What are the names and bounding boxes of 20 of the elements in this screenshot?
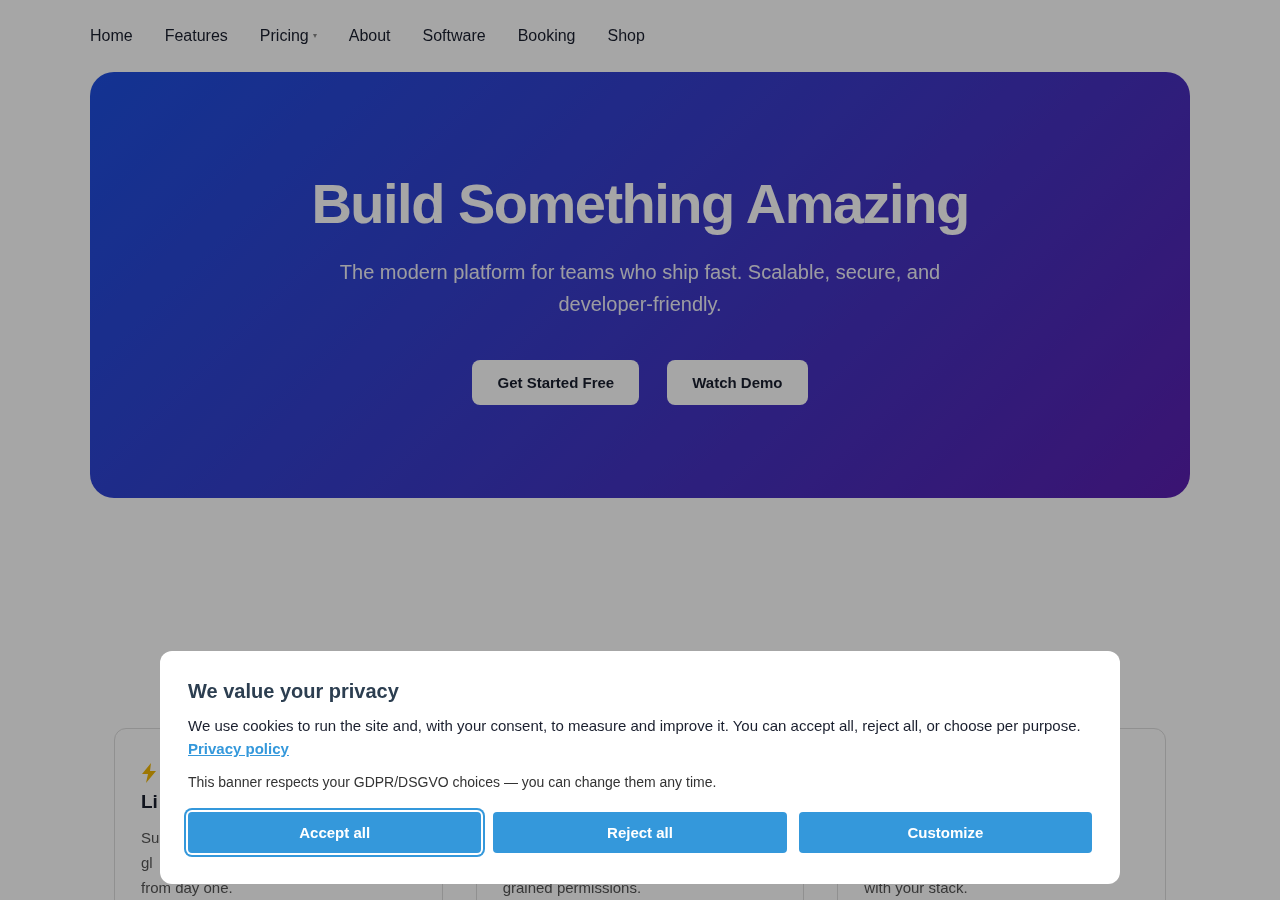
nav-link[interactable]: Shop <box>607 18 645 54</box>
card-text: with your stack. <box>864 878 968 898</box>
banner-note: This banner respects your GDPR/DSGVO choices — you can change them any time. <box>188 773 718 792</box>
card-title: Li <box>141 791 158 812</box>
hero-button[interactable]: Get Started Free <box>472 360 640 405</box>
hero-subtitle: The modern platform for teams who ship fast. Scalable, secure, and developer-friendly. <box>338 260 942 317</box>
card-text: gl <box>141 853 153 873</box>
nav-link[interactable]: Software <box>422 18 486 54</box>
nav-link[interactable]: Pricing <box>259 18 317 54</box>
nav-link[interactable]: Booking <box>517 18 576 54</box>
card-text: from day one. <box>141 878 233 898</box>
nav-link[interactable]: Features <box>164 18 228 54</box>
card-text: Su <box>141 828 160 848</box>
card-text: grained permissions. <box>502 878 642 898</box>
hero-title: Build Something Amazing <box>311 172 969 236</box>
hero-button[interactable]: Watch Demo <box>667 360 808 405</box>
banner-text: We use cookies to run the site and, with your consent, to measure and improve it. You can accept all, reject all, or choose per purpose. Privacy policy <box>188 716 1082 759</box>
banner-title: We value your privacy <box>188 679 400 703</box>
nav-link[interactable]: About <box>348 18 391 54</box>
nav-link[interactable]: Home <box>90 18 133 54</box>
